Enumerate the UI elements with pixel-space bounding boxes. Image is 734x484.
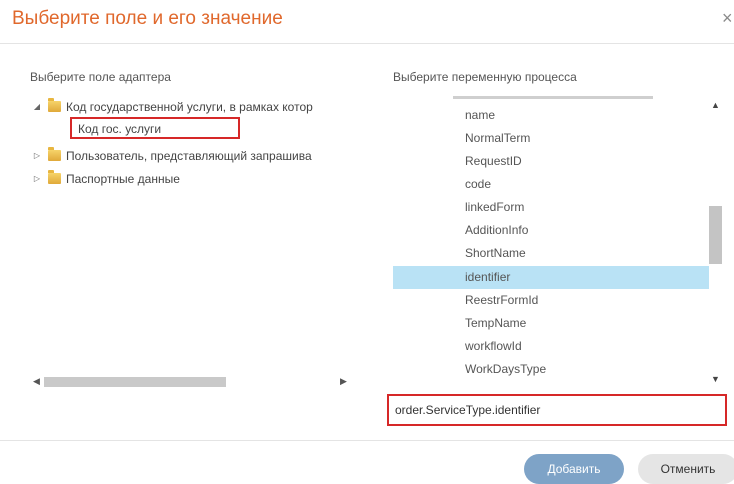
vertical-scrollbar[interactable]: ▲ ▼ — [708, 100, 724, 385]
tree-node-label: Пользователь, представляющий запрашива — [66, 148, 312, 163]
tree-node-label: Код государственной услуги, в рамках кот… — [66, 99, 313, 114]
folder-icon — [48, 170, 61, 185]
header-divider — [0, 43, 734, 44]
variable-value-input[interactable] — [387, 394, 727, 426]
adapter-field-tree: ◢ Код государственной услуги, в рамках ко… — [30, 95, 365, 385]
scroll-right-icon[interactable]: ▶ — [340, 376, 347, 387]
tree-node-service-code[interactable]: ◢ Код государственной услуги, в рамках ко… — [30, 98, 313, 119]
list-item[interactable]: NormalTerm — [393, 127, 709, 150]
horizontal-scrollbar[interactable]: ◀ ▶ — [30, 375, 355, 390]
list-item[interactable]: TempName — [393, 312, 709, 335]
partial-row — [453, 96, 653, 99]
list-item[interactable]: RequestID — [393, 150, 709, 173]
scrollbar-thumb[interactable] — [44, 377, 226, 387]
list-item[interactable]: AdditionInfo — [393, 219, 709, 242]
add-button[interactable]: Добавить — [524, 454, 624, 484]
scroll-up-icon[interactable]: ▲ — [711, 100, 720, 110]
list-item[interactable]: code — [393, 173, 709, 196]
list-item[interactable]: linkedForm — [393, 196, 709, 219]
tree-child-service-code-short[interactable]: Код гос. услуги — [78, 122, 161, 136]
collapsed-triangle-icon[interactable]: ▷ — [30, 174, 44, 183]
list-item[interactable]: workflowId — [393, 335, 709, 358]
scrollbar-thumb[interactable] — [709, 206, 722, 264]
tree-node-requesting-user[interactable]: ▷ Пользователь, представляющий запрашива — [30, 147, 312, 168]
process-variable-list: name NormalTerm RequestID code linkedFor… — [393, 96, 723, 386]
process-variable-label: Выберите переменную процесса — [393, 70, 577, 84]
list-item[interactable]: name — [393, 104, 709, 127]
list-item-selected[interactable]: identifier — [393, 266, 709, 289]
folder-icon — [48, 98, 61, 113]
footer-divider — [0, 440, 734, 441]
close-icon[interactable]: × — [722, 8, 733, 29]
collapsed-triangle-icon[interactable]: ▷ — [30, 151, 44, 160]
tree-node-label: Паспортные данные — [66, 171, 180, 186]
cancel-button[interactable]: Отменить — [638, 454, 734, 484]
scroll-down-icon[interactable]: ▼ — [711, 374, 720, 384]
adapter-field-label: Выберите поле адаптера — [30, 70, 171, 84]
list-item[interactable]: ReestrFormId — [393, 289, 709, 312]
expanded-triangle-icon[interactable]: ◢ — [30, 102, 44, 111]
scroll-left-icon[interactable]: ◀ — [33, 376, 40, 387]
list-item[interactable]: WorkDaysType — [393, 358, 709, 381]
folder-icon — [48, 147, 61, 162]
list-item[interactable]: ShortName — [393, 242, 709, 265]
dialog-title: Выберите поле и его значение — [12, 8, 283, 29]
tree-node-passport-data[interactable]: ▷ Паспортные данные — [30, 170, 180, 191]
